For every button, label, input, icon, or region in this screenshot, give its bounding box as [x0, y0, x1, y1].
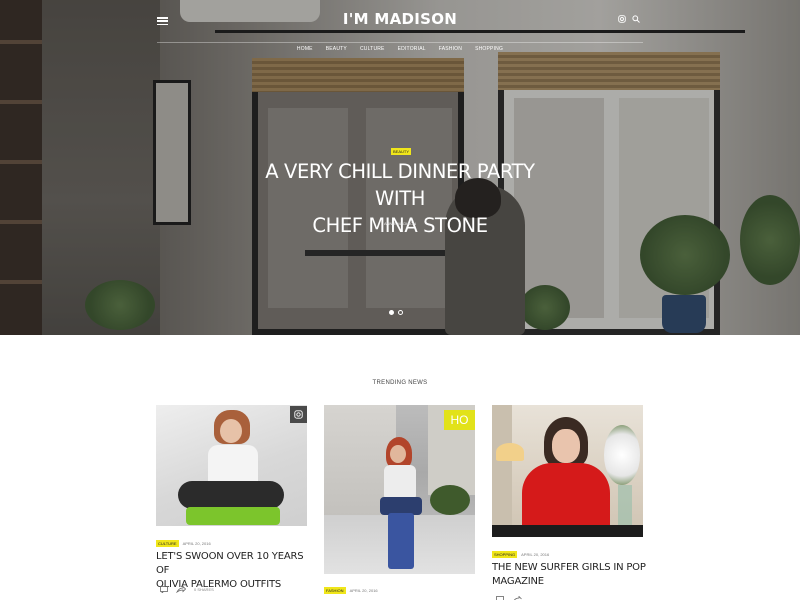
article-title-line-1: LET'S SWOON OVER 10 YEARS OF — [156, 551, 304, 576]
share-icon[interactable] — [176, 586, 186, 593]
article-meta: CULTURE APRIL 20, 2016 — [156, 540, 211, 547]
photo-figure — [552, 429, 580, 463]
menu-icon[interactable] — [157, 17, 168, 26]
hero-slider: I'M MADISON HOME BEAUTY CULTURE EDITORIA… — [0, 0, 800, 335]
photo-figure: HO — [444, 410, 475, 430]
article-title-line-1: THE NEW SURFER GIRLS IN POP — [492, 562, 646, 573]
nav-beauty[interactable]: BEAUTY — [326, 46, 347, 52]
nav-shopping[interactable]: SHOPPING — [475, 46, 503, 52]
article-date: APRIL 20, 2016 — [182, 541, 211, 546]
instagram-icon[interactable] — [290, 406, 307, 423]
photo-figure — [492, 525, 643, 537]
article-actions: 0 SHARES — [160, 586, 214, 593]
comment-icon[interactable] — [496, 596, 504, 600]
hero-category-tag[interactable]: BEAUTY — [391, 148, 412, 155]
header-divider — [157, 42, 643, 43]
slider-dots — [389, 310, 403, 315]
article-meta: SHOPPING APRIL 20, 2016 — [492, 551, 549, 558]
photo-figure — [492, 405, 512, 537]
share-count: 0 SHARES — [194, 587, 214, 592]
photo-figure — [384, 465, 416, 501]
photo-figure — [220, 419, 242, 443]
main-nav: HOME BEAUTY CULTURE EDITORIAL FASHION SH… — [297, 46, 503, 52]
article-image[interactable] — [156, 405, 307, 526]
article-image[interactable]: HO — [324, 405, 475, 574]
article-title[interactable]: THE NEW SURFER GIRLS IN POP MAGAZINE — [492, 561, 647, 589]
article-image[interactable] — [492, 405, 643, 537]
category-badge[interactable]: CULTURE — [156, 540, 179, 547]
comment-icon[interactable] — [160, 586, 168, 593]
instagram-icon[interactable] — [618, 15, 626, 23]
photo-figure — [390, 445, 406, 463]
nav-editorial[interactable]: EDITORIAL — [398, 46, 426, 52]
photo-figure — [388, 513, 414, 569]
article-meta: FASHION APRIL 20, 2016 — [324, 587, 378, 594]
site-logo[interactable]: I'M MADISON — [300, 10, 500, 28]
photo-figure — [604, 425, 640, 485]
share-icon[interactable] — [512, 596, 522, 600]
photo-figure — [430, 485, 470, 515]
article-actions — [496, 596, 522, 600]
search-icon[interactable] — [632, 15, 640, 23]
article-date: APRIL 20, 2016 — [349, 588, 378, 593]
photo-figure — [178, 481, 284, 509]
header-icons — [618, 15, 640, 23]
nav-culture[interactable]: CULTURE — [360, 46, 385, 52]
hero-title[interactable]: A VERY CHILL DINNER PARTY WITH CHEF MINA… — [250, 158, 550, 239]
slider-dot[interactable] — [398, 310, 403, 315]
slider-dot[interactable] — [389, 310, 394, 315]
hero-title-line-1: A VERY CHILL DINNER PARTY WITH — [265, 160, 535, 210]
article-title-line-2: MAGAZINE — [492, 576, 544, 587]
nav-home[interactable]: HOME — [297, 46, 313, 52]
trending-heading: TRENDING NEWS — [372, 380, 428, 386]
photo-figure — [496, 443, 524, 461]
article-date: APRIL 20, 2016 — [521, 552, 550, 557]
hero-author: ANNIE MADISON — [383, 221, 416, 226]
category-badge[interactable]: FASHION — [324, 587, 346, 594]
category-badge[interactable]: SHOPPING — [492, 551, 518, 558]
nav-fashion[interactable]: FASHION — [439, 46, 462, 52]
photo-figure — [186, 507, 280, 525]
